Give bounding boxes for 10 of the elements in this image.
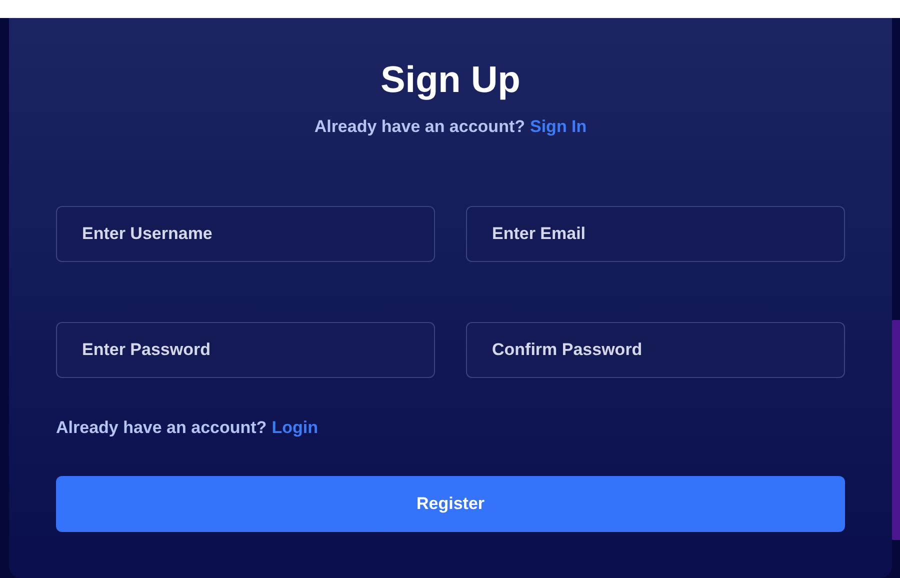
signin-prompt: Already have an account? [314,116,525,138]
input-field[interactable]: Enter Email [466,206,845,262]
register-button[interactable]: Register [56,476,845,532]
input-field[interactable]: Enter Username [56,206,435,262]
signin-link[interactable]: Sign In [530,114,587,140]
login-link[interactable]: Login [272,414,318,440]
input-field[interactable]: Enter Password [56,322,435,378]
login-prompt: Already have an account? [56,416,267,438]
input-field[interactable]: Confirm Password [466,322,845,378]
page-title: Sign Up [380,58,520,102]
